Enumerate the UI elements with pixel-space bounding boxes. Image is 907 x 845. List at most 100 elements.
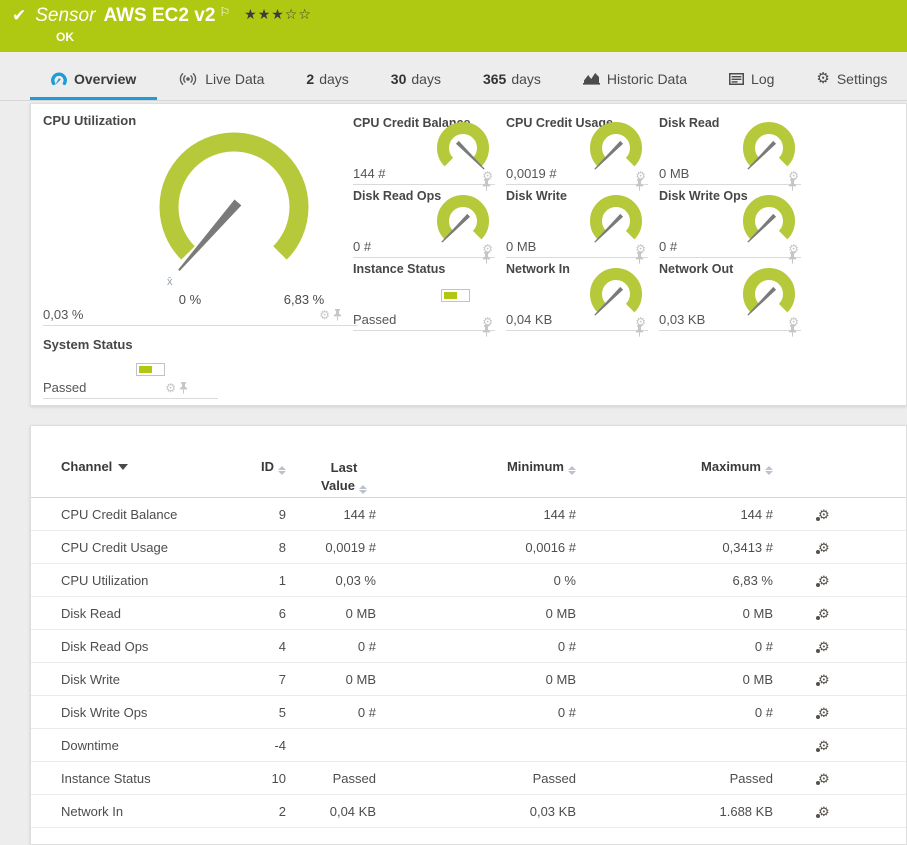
mean-marker: x̄ <box>167 276 173 288</box>
channel-value: 0,0019 # <box>506 166 557 181</box>
tab-settings[interactable]: ⚙ Settings <box>795 60 907 100</box>
table-header-row: Channel ID Last Value Minimum Maximum <box>31 426 906 498</box>
channel-panel-disk-write-ops[interactable]: Disk Write Ops 0 # ⚙ <box>659 185 801 264</box>
cell-minimum: 144 # <box>543 506 576 522</box>
channel-value: 0 # <box>659 239 678 254</box>
channel-panel-cpu-credit-balance[interactable]: CPU Credit Balance 144 # ⚙ <box>353 112 495 191</box>
channel-value: Passed <box>353 312 397 327</box>
cell-minimum: 0 MB <box>545 605 576 621</box>
cell-maximum: 6,83 % <box>732 572 773 588</box>
cell-channel[interactable]: Disk Write Ops <box>31 705 226 720</box>
pin-icon[interactable] <box>179 382 188 394</box>
channel-settings-icon[interactable]: ⚙ <box>816 640 830 653</box>
tab-strip: Overview Live Data 2 days 30 days 365 days Histo… <box>0 60 907 101</box>
cell-minimum: 0,0016 # <box>525 539 576 555</box>
cell-minimum: Passed <box>532 770 576 786</box>
panel-settings-gear-icon[interactable]: ⚙ <box>319 309 330 321</box>
cell-channel[interactable]: Downtime <box>31 738 226 753</box>
cell-id: 1 <box>278 572 286 588</box>
channel-settings-icon[interactable]: ⚙ <box>816 805 830 818</box>
channel-panel-instance-status[interactable]: Instance Status Passed ⚙ <box>353 258 495 337</box>
channel-settings-icon[interactable]: ⚙ <box>816 706 830 719</box>
tab-overview[interactable]: Overview <box>30 60 158 100</box>
tab-historic-data[interactable]: Historic Data <box>562 60 708 100</box>
priority-stars[interactable]: ★★★☆☆ <box>244 6 312 23</box>
channel-settings-icon[interactable]: ⚙ <box>816 574 830 587</box>
sensor-status-text: OK <box>56 30 74 44</box>
cell-channel[interactable]: Network In <box>31 804 226 819</box>
channel-panel-cpu-credit-usage[interactable]: CPU Credit Usage 0,0019 # ⚙ <box>506 112 648 191</box>
sort-arrows-icon <box>568 466 576 475</box>
column-header-last-value[interactable]: Last Value <box>286 459 376 494</box>
cell-last-value: 0 # <box>357 638 376 654</box>
column-header-maximum[interactable]: Maximum <box>576 459 773 475</box>
channel-panel-network-in[interactable]: Network In 0,04 KB ⚙ <box>506 258 648 337</box>
cpu-utilization-gauge <box>159 132 309 272</box>
tab-log[interactable]: Log <box>708 60 795 100</box>
table-row: Disk Read 6 0 MB 0 MB 0 MB ⚙ <box>31 597 906 630</box>
tab-live-data[interactable]: Live Data <box>157 60 285 100</box>
cell-last-value: Passed <box>332 770 376 786</box>
sort-caret-down-icon <box>118 464 129 470</box>
status-check-icon: ✔ <box>12 6 27 25</box>
cell-channel[interactable]: Disk Read <box>31 606 226 621</box>
pin-icon[interactable] <box>482 325 491 337</box>
channel-panel-network-out[interactable]: Network Out 0,03 KB ⚙ <box>659 258 801 337</box>
cell-channel[interactable]: Disk Read Ops <box>31 639 226 654</box>
cell-id: 7 <box>278 671 286 687</box>
tab-30-days[interactable]: 30 days <box>370 60 462 100</box>
channel-panel-disk-write[interactable]: Disk Write 0 MB ⚙ <box>506 185 648 264</box>
panel-title: Instance Status <box>353 262 446 276</box>
sensor-header-bar: ✔ Sensor AWS EC2 v2 ⚐ ★★★☆☆ OK <box>0 0 907 52</box>
channel-settings-icon[interactable]: ⚙ <box>816 673 830 686</box>
log-icon <box>729 72 745 85</box>
channel-settings-icon[interactable]: ⚙ <box>816 739 830 752</box>
pin-icon[interactable] <box>788 325 797 337</box>
flag-icon[interactable]: ⚐ <box>219 5 230 19</box>
cell-id: 4 <box>278 638 286 654</box>
channel-panel-disk-read-ops[interactable]: Disk Read Ops 0 # ⚙ <box>353 185 495 264</box>
object-kind-label: Sensor <box>35 5 96 26</box>
column-header-channel[interactable]: Channel <box>31 459 226 474</box>
sort-arrows-icon <box>358 484 367 494</box>
panel-settings-gear-icon[interactable]: ⚙ <box>165 382 176 394</box>
cell-channel[interactable]: CPU Utilization <box>31 573 226 588</box>
cell-channel[interactable]: CPU Credit Balance <box>31 507 226 522</box>
channel-panel-disk-read[interactable]: Disk Read 0 MB ⚙ <box>659 112 801 191</box>
live-data-icon <box>178 72 198 86</box>
channel-panel-cpu-utilization[interactable]: CPU Utilization x̄ 0 % 6,83 % 0,03 % ⚙ <box>43 112 358 326</box>
table-row: CPU Utilization 1 0,03 % 0 % 6,83 % ⚙ <box>31 564 906 597</box>
table-row: Disk Write Ops 5 0 # 0 # 0 # ⚙ <box>31 696 906 729</box>
channel-value: 0 MB <box>506 239 537 254</box>
cell-channel[interactable]: Instance Status <box>31 771 226 786</box>
status-indicator <box>441 289 470 302</box>
cell-minimum: 0,03 KB <box>529 803 576 819</box>
channel-panel-system-status[interactable]: System Status Passed ⚙ <box>43 336 218 399</box>
column-header-id[interactable]: ID <box>226 459 286 475</box>
cell-channel[interactable]: Disk Write <box>31 672 226 687</box>
cell-last-value: 0,0019 # <box>325 539 376 555</box>
tab-2-days[interactable]: 2 days <box>285 60 369 100</box>
channel-value: 0 # <box>353 239 372 254</box>
channel-settings-icon[interactable]: ⚙ <box>816 607 830 620</box>
channel-settings-icon[interactable]: ⚙ <box>816 772 830 785</box>
tab-label: days <box>319 70 349 87</box>
tab-label: Live Data <box>205 70 265 87</box>
cell-id: 2 <box>278 803 286 819</box>
tab-label: Log <box>751 70 775 87</box>
column-header-minimum[interactable]: Minimum <box>376 459 576 475</box>
cell-id: 10 <box>271 770 286 786</box>
cell-minimum: 0 MB <box>545 671 576 687</box>
sensor-title: AWS EC2 v2 <box>103 5 216 26</box>
channel-settings-icon[interactable]: ⚙ <box>816 508 830 521</box>
pin-icon[interactable] <box>635 325 644 337</box>
channel-settings-icon[interactable]: ⚙ <box>816 541 830 554</box>
pin-icon[interactable] <box>333 309 342 321</box>
cell-minimum: 0 # <box>557 704 576 720</box>
cell-channel[interactable]: CPU Credit Usage <box>31 540 226 555</box>
tab-365-days[interactable]: 365 days <box>462 60 562 100</box>
cell-maximum: 0 MB <box>742 671 773 687</box>
channel-value: 0,03 % <box>43 307 84 322</box>
table-row: CPU Credit Usage 8 0,0019 # 0,0016 # 0,3413 … <box>31 531 906 564</box>
historic-data-icon <box>582 72 600 85</box>
